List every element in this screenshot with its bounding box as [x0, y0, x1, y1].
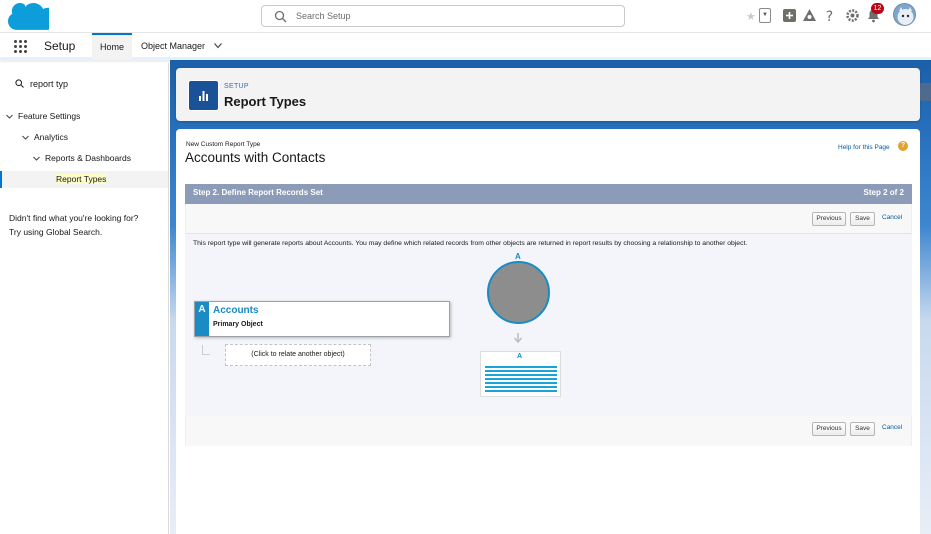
diagram-row	[485, 366, 557, 368]
help-question-icon[interactable]: ?	[822, 8, 837, 23]
content-card: New Custom Report Type Accounts with Con…	[176, 129, 920, 534]
help-line-2: Try using Global Search.	[9, 227, 103, 237]
bar-chart-icon	[199, 91, 208, 101]
step-header-bar: Step 2. Define Report Records Set Step 2…	[185, 184, 912, 204]
object-letter-badge: A	[195, 302, 209, 336]
previous-button-top[interactable]: Previous	[812, 212, 846, 226]
cancel-link-bottom[interactable]: Cancel	[882, 424, 902, 431]
chevron-down-icon[interactable]	[214, 43, 222, 49]
chevron-down-icon[interactable]	[6, 113, 13, 120]
tree-item-label: Analytics	[34, 132, 69, 142]
chevron-down-icon[interactable]	[22, 134, 29, 141]
tree-item-analytics[interactable]: Analytics	[22, 129, 68, 146]
diagram-row	[485, 386, 557, 388]
cancel-link-top[interactable]: Cancel	[882, 214, 902, 221]
tab-object-manager-label: Object Manager	[141, 41, 206, 51]
chevron-down-icon[interactable]	[33, 155, 40, 162]
tree-item-label: Report Types	[56, 174, 107, 184]
svg-text:?: ?	[826, 9, 833, 23]
global-search-input[interactable]	[296, 8, 606, 24]
tree-item-label: Feature Settings	[18, 111, 81, 121]
favorites-star-icon[interactable]: ★	[746, 10, 756, 23]
step-title: Step 2. Define Report Records Set	[193, 188, 323, 197]
setup-gear-icon[interactable]	[845, 8, 860, 23]
diagram-row	[485, 378, 557, 380]
app-name: Setup	[44, 39, 76, 53]
favorites-dropdown-chevron-icon[interactable]: ▼	[759, 8, 771, 23]
search-icon	[274, 10, 287, 23]
page-header: SETUP Report Types	[176, 68, 920, 121]
relate-another-object-box[interactable]: (Click to relate another object)	[225, 344, 371, 366]
previous-button-bottom[interactable]: Previous	[812, 422, 846, 436]
diagram-set-circle	[487, 261, 550, 324]
diagram-row	[485, 390, 557, 392]
tree-item-reports-dashboards[interactable]: Reports & Dashboards	[33, 150, 131, 167]
save-button-bottom[interactable]: Save	[850, 422, 875, 436]
help-circle-icon[interactable]: ?	[898, 141, 908, 151]
diagram-top-letter: A	[515, 252, 521, 261]
user-avatar[interactable]	[893, 3, 916, 26]
relation-connector	[202, 345, 210, 355]
trailhead-guidance-icon[interactable]	[802, 8, 817, 23]
astro-avatar-icon	[897, 7, 914, 25]
notifications-badge: 12	[871, 3, 884, 14]
record-type-label: New Custom Report Type	[186, 141, 261, 148]
record-title: Accounts with Contacts	[185, 150, 326, 165]
diagram-results-table: A	[480, 351, 561, 397]
tree-item-feature-settings[interactable]: Feature Settings	[6, 108, 80, 125]
tree-item-report-types[interactable]: Report Types	[0, 171, 168, 188]
sidebar-help-text: Didn't find what you're looking for? Try…	[9, 211, 138, 239]
setup-nav-bar: Setup Home Object Manager	[0, 33, 931, 60]
page-eyebrow: SETUP	[224, 83, 249, 90]
diagram-row	[485, 370, 557, 372]
diagram-row	[485, 382, 557, 384]
tab-object-manager[interactable]: Object Manager	[141, 33, 231, 60]
setup-sidebar: Feature Settings Analytics Reports & Das…	[0, 63, 170, 534]
side-scroll-tab[interactable]	[920, 83, 931, 101]
tree-item-label: Reports & Dashboards	[45, 153, 131, 163]
help-line-1: Didn't find what you're looking for?	[9, 213, 139, 223]
quick-find-input[interactable]	[30, 77, 170, 90]
step-count: Step 2 of 2	[863, 188, 904, 197]
app-launcher-waffle-icon[interactable]	[14, 40, 28, 54]
primary-object-subtitle: Primary Object	[213, 321, 263, 328]
report-type-icon	[188, 80, 219, 111]
diagram-arrow-down-icon	[513, 333, 523, 344]
help-for-this-page-link[interactable]: Help for this Page	[838, 144, 890, 151]
global-actions-add-icon[interactable]	[782, 8, 797, 23]
primary-object-name: Accounts	[213, 305, 259, 316]
tab-home[interactable]: Home	[92, 33, 132, 60]
primary-object-box[interactable]: A Accounts Primary Object	[194, 301, 450, 337]
diagram-row	[485, 374, 557, 376]
global-search-box[interactable]	[261, 5, 625, 27]
global-header: ★ ▼ ? 12	[0, 0, 931, 33]
salesforce-logo-icon[interactable]	[8, 3, 49, 31]
description-text: This report type will generate reports a…	[193, 240, 748, 247]
diagram-table-letter: A	[517, 353, 523, 360]
search-icon	[15, 79, 24, 88]
page-title: Report Types	[224, 94, 307, 109]
save-button-top[interactable]: Save	[850, 212, 875, 226]
